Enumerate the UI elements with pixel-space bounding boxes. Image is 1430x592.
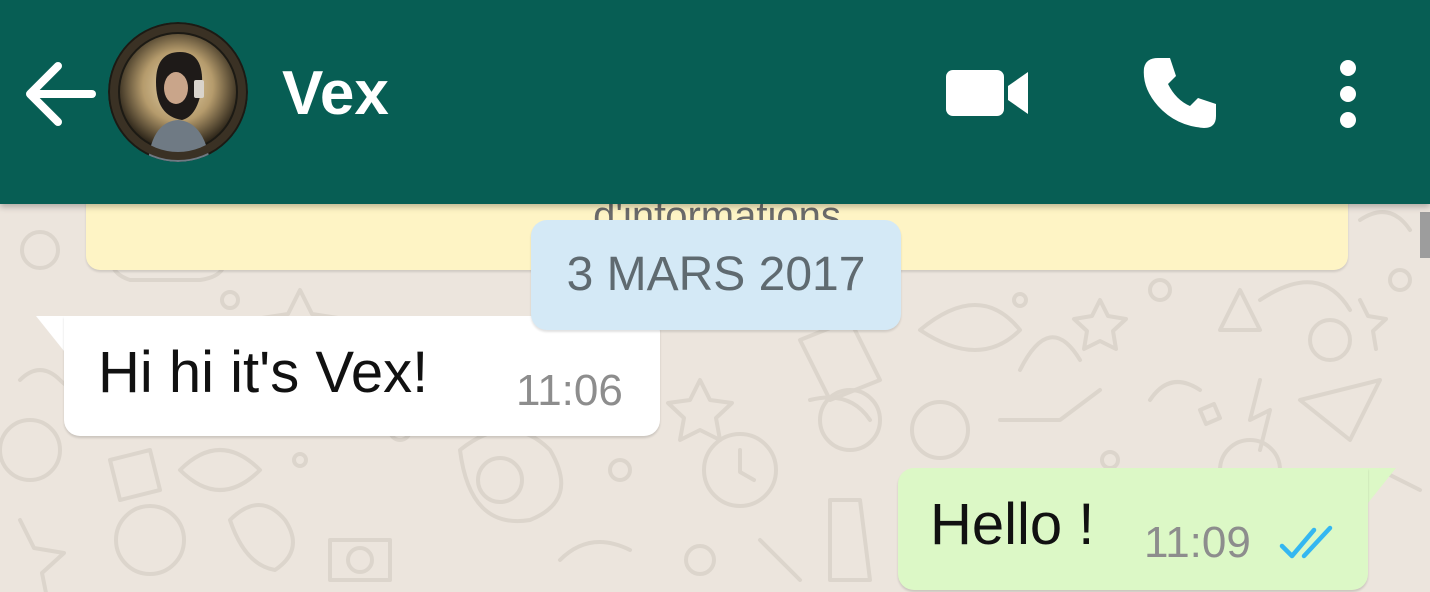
- double-check-read-icon: [1279, 525, 1333, 559]
- chat-screen: d'informations 3 MARS 2017 Hi hi it's Ve…: [0, 0, 1430, 592]
- scrollbar[interactable]: [1420, 212, 1430, 258]
- incoming-message[interactable]: Hi hi it's Vex! 11:06: [64, 316, 660, 436]
- message-time: 11:06: [516, 366, 623, 415]
- chat-header: Vex: [0, 0, 1430, 204]
- more-vertical-icon[interactable]: [1326, 58, 1370, 130]
- outgoing-message[interactable]: Hello ! 11:09: [898, 468, 1368, 590]
- message-text: Hi hi it's Vex!: [98, 340, 429, 405]
- message-time: 11:09: [1144, 518, 1251, 567]
- contact-name[interactable]: Vex: [282, 54, 389, 134]
- outgoing-bubble-tail: [1364, 468, 1396, 508]
- phone-icon[interactable]: [1140, 54, 1220, 134]
- video-camera-icon[interactable]: [942, 62, 1034, 124]
- contact-avatar[interactable]: [108, 22, 248, 162]
- date-separator: 3 MARS 2017: [531, 220, 901, 330]
- arrow-left-icon[interactable]: [22, 56, 98, 132]
- message-text: Hello !: [930, 492, 1095, 557]
- date-separator-label: 3 MARS 2017: [566, 248, 866, 301]
